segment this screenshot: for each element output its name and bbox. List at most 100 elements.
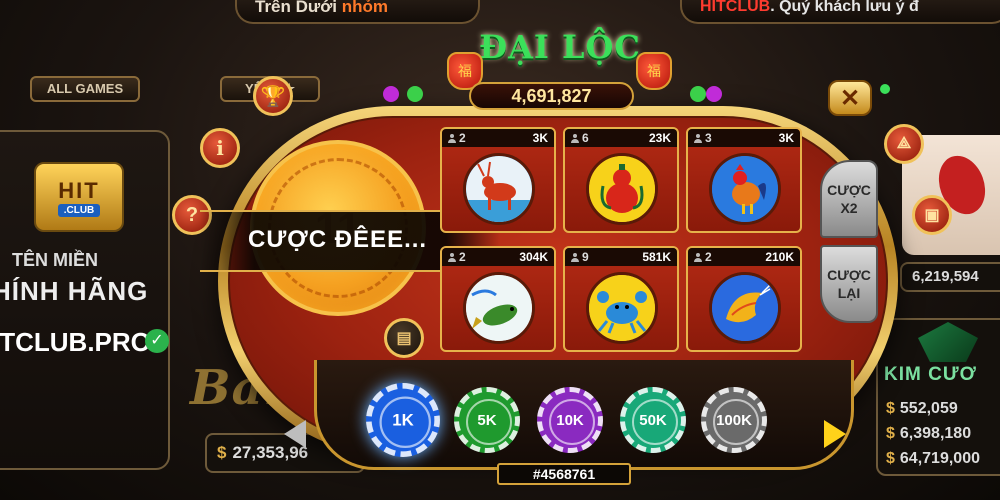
kim-value-3: $64,719,000 (886, 450, 980, 468)
leaderboard-button[interactable]: 🏆 (253, 76, 293, 116)
promo-line-1: TÊN MIỀN (12, 250, 99, 270)
cell-header: 2 3K (442, 129, 554, 147)
history-icon: ▤ (396, 330, 412, 347)
player-count: 2 (459, 250, 466, 264)
announcement-text: . Quý khách lưu ý đ (770, 0, 919, 15)
chip-10k[interactable]: 10K (537, 387, 603, 453)
share-button[interactable]: ⟁ (884, 124, 924, 164)
treasure-button[interactable]: ▣ (912, 195, 952, 235)
money-bag-glyph: 福 (458, 63, 472, 79)
marquee-text: Trên Dưới (255, 0, 342, 16)
chip-scroll-left-icon[interactable] (284, 420, 306, 448)
fish-icon (463, 272, 535, 344)
money-bag-icon: 福 (636, 52, 672, 90)
jackpot-value: 6,219,594 (912, 268, 979, 285)
promo-domain: ITCLUB.PRO (0, 327, 151, 357)
chip-1k[interactable]: 1K (366, 383, 440, 457)
kim-value-2: $6,398,180 (886, 425, 971, 443)
cell-header: 9 581K (565, 248, 677, 266)
chip-100k[interactable]: 100K (701, 387, 767, 453)
gem-icon (690, 86, 706, 102)
trophy-icon: 🏆 (260, 85, 286, 108)
announcement-marquee: HITCLUB. Quý khách lưu ý đ (680, 0, 1000, 24)
info-button[interactable]: i (200, 128, 240, 168)
player-count: 6 (582, 131, 589, 145)
bet-cell-crab[interactable]: 9 581K (563, 246, 679, 352)
dollar-icon: $ (886, 450, 895, 467)
bet-amount: 304K (519, 250, 548, 264)
player-count: 9 (582, 250, 589, 264)
user-icon (448, 133, 456, 143)
chip-label: 5K (477, 411, 497, 429)
bet-cell-gourd[interactable]: 6 23K (563, 127, 679, 233)
player-count: 2 (705, 250, 712, 264)
bet-cell-deer[interactable]: 2 3K (440, 127, 556, 233)
gem-icon (407, 86, 423, 102)
kim-value-1: $552,059 (886, 400, 958, 418)
hitclub-logo: HIT .CLUB (34, 162, 124, 232)
double-bet-label: CƯỢC X2 (827, 182, 871, 216)
user-icon (448, 252, 456, 262)
game-marquee-left: Trên Dưới nhỏm (235, 0, 480, 24)
cell-header: 6 23K (565, 129, 677, 147)
bet-prompt-text: CƯỢC ĐÊEE... (248, 226, 428, 253)
chip-scroll-right-icon[interactable] (824, 420, 846, 448)
bet-amount: 23K (648, 131, 671, 145)
money-bag-glyph: 福 (647, 63, 661, 79)
cell-players: 2 (694, 250, 712, 264)
bet-amount: 3K (532, 131, 548, 145)
bet-cell-fish[interactable]: 2 304K (440, 246, 556, 352)
value: 64,719,000 (899, 450, 980, 467)
logo-sub: .CLUB (57, 203, 101, 217)
game-jackpot: 4,691,827 (469, 82, 634, 110)
bet-amount: 581K (642, 250, 671, 264)
logo-text: HIT (58, 177, 100, 203)
user-icon (571, 252, 579, 262)
value: 6,398,180 (899, 425, 972, 442)
history-button[interactable]: ▤ (384, 318, 424, 358)
double-bet-button[interactable]: CƯỢC X2 (820, 160, 878, 238)
kim-cuong-title: KIM CƯƠ (884, 364, 977, 385)
deer-icon (463, 153, 535, 225)
cell-players: 3 (694, 131, 712, 145)
value: 552,059 (899, 400, 958, 417)
crab-icon (586, 272, 658, 344)
chip-label: 50K (639, 411, 667, 429)
session-id: #4568761 (497, 463, 631, 485)
share-icon: ⟁ (896, 135, 912, 152)
bet-cell-rooster[interactable]: 3 3K (686, 127, 802, 233)
dollar-icon: $ (886, 425, 895, 442)
promo-line-2: HÍNH HÃNG (0, 276, 149, 306)
rebet-label: CƯỢC LẠI (827, 267, 871, 301)
check-icon: ✓ (145, 329, 169, 353)
bet-cell-shrimp[interactable]: 2 210K (686, 246, 802, 352)
chest-icon: ▣ (924, 207, 940, 224)
cell-header: 3 3K (688, 129, 800, 147)
bet-amount: 210K (765, 250, 794, 264)
game-title: ĐẠI LỘC (479, 28, 641, 66)
cell-players: 6 (571, 131, 589, 145)
chip-label: 1K (392, 410, 414, 430)
chip-50k[interactable]: 50K (620, 387, 686, 453)
kim-cuong-tile[interactable]: KIM CƯƠ $552,059 $6,398,180 $64,719,000 (876, 318, 1000, 476)
rooster-icon (709, 153, 781, 225)
cell-header: 2 304K (442, 248, 554, 266)
chip-5k[interactable]: 5K (454, 387, 520, 453)
dollar-icon: $ (217, 443, 227, 462)
tab-all-games[interactable]: ALL GAMES (30, 76, 140, 102)
gem-icon (383, 86, 399, 102)
cell-players: 2 (448, 131, 466, 145)
player-count: 2 (459, 131, 466, 145)
gem-icon (706, 86, 722, 102)
cell-header: 2 210K (688, 248, 800, 266)
marquee-accent: nhỏm (341, 0, 389, 16)
player-count: 3 (705, 131, 712, 145)
rebet-button[interactable]: CƯỢC LẠI (820, 245, 878, 323)
promo-card[interactable]: HIT .CLUB TÊN MIỀN HÍNH HÃNG ITCLUB.PRO … (0, 130, 170, 470)
shrimp-icon (709, 272, 781, 344)
chip-label: 100K (716, 411, 752, 429)
close-icon: ✕ (839, 84, 861, 112)
bet-amount: 3K (778, 131, 794, 145)
close-button[interactable]: ✕ (828, 80, 872, 116)
gourd-icon (586, 153, 658, 225)
